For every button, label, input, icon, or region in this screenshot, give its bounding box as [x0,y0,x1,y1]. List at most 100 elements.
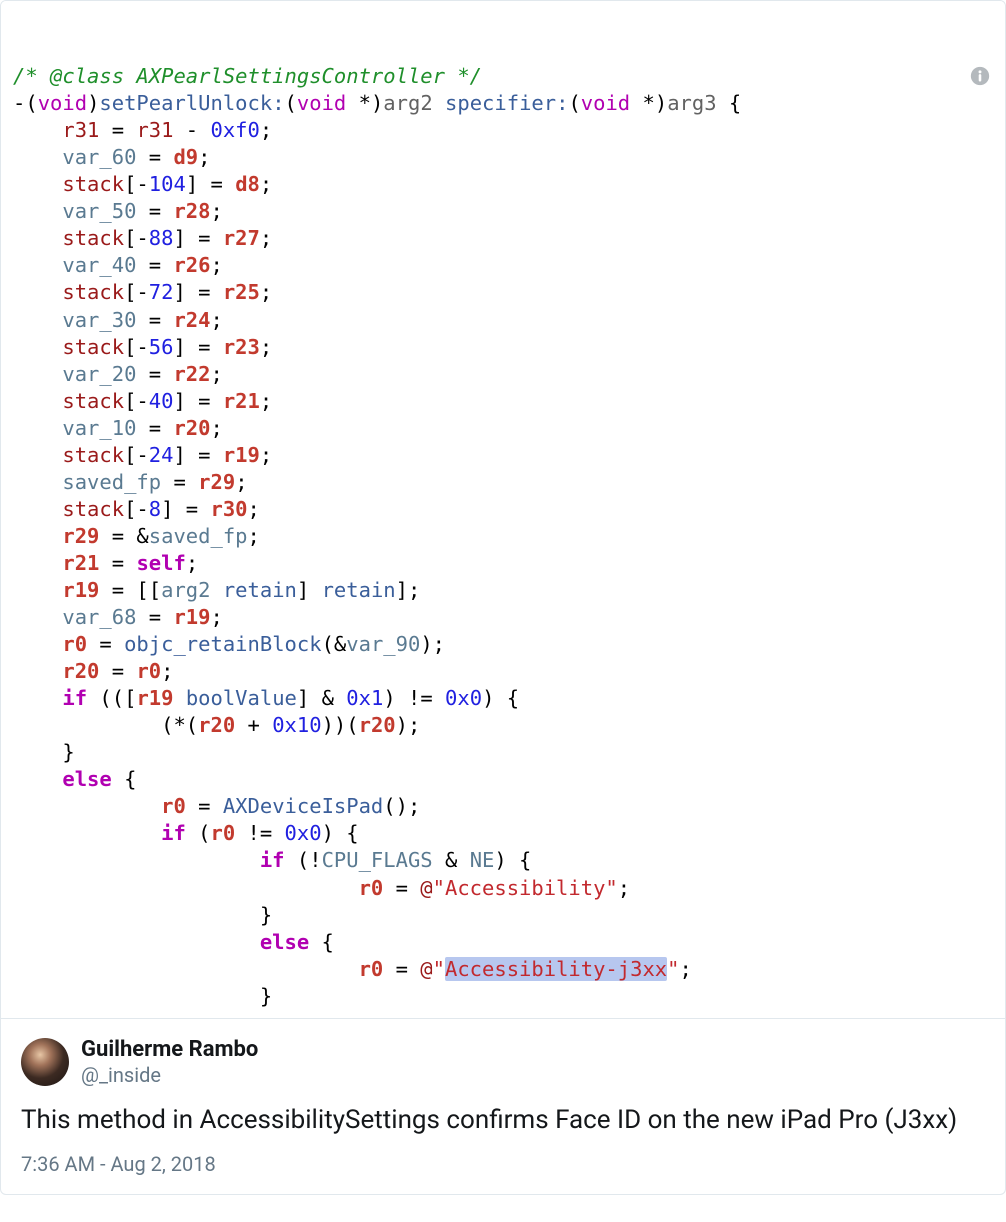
code-reg: r21 [62,551,99,575]
code-token: ) [655,91,667,115]
code-token: = [136,145,173,169]
code-kw: self [136,551,185,575]
code-token: = [87,632,124,656]
code-var: stack [62,172,124,196]
code-num: 88 [149,226,174,250]
code-token: ; [211,308,223,332]
user-handle[interactable]: @_inside [81,1063,258,1087]
code-reg: d8 [235,172,260,196]
code-reg: r26 [173,253,210,277]
code-token: { [309,930,334,954]
code-token: { [717,91,742,115]
code-token: ; [211,416,223,440]
code-token: } [260,984,272,1008]
code-reg: r30 [211,497,248,521]
code-num: 104 [149,172,186,196]
code-token: ); [420,632,445,656]
code-var: var_30 [62,308,136,332]
code-token: = [136,416,173,440]
code-token [211,578,223,602]
code-token: = [186,794,223,818]
code-token: ] = [186,172,235,196]
code-var: var_10 [62,416,136,440]
code-token: ; [260,389,272,413]
code-token: ; [248,497,260,521]
code-token: = [383,876,420,900]
code-token [433,91,445,115]
code-var: saved_fp [62,470,161,494]
code-token: [- [124,280,149,304]
code-token: & [433,848,470,872]
code-reg: r25 [223,280,260,304]
code-reg: r23 [223,335,260,359]
code-var: var_60 [62,145,136,169]
code-call: AXDeviceIsPad [223,794,383,818]
code-num: 24 [149,443,174,467]
code-reg: d9 [173,145,198,169]
code-reg: r0 [62,632,87,656]
code-reg: r24 [173,308,210,332]
code-var: CPU_FLAGS [322,848,433,872]
code-token: = [136,362,173,386]
code-var: stack [62,443,124,467]
code-token: = [99,659,136,683]
code-token: ; [260,172,272,196]
code-token: } [62,740,74,764]
code-token: ]; [396,578,421,602]
code-token: [- [124,443,149,467]
code-token: ; [260,226,272,250]
code-var: saved_fp [149,524,248,548]
code-token: ] = [173,443,222,467]
tweet-timestamp[interactable]: 7:36 AM - Aug 2, 2018 [21,1152,985,1176]
user-name[interactable]: Guilherme Rambo [81,1037,258,1063]
code-arg: arg2 [383,91,432,115]
code-reg: r0 [359,876,384,900]
code-token: ) { [494,848,531,872]
code-token: { [112,767,137,791]
code-kw: else [62,767,111,791]
code-token: ; [161,659,173,683]
code-reg: r19 [62,578,99,602]
code-type: void [38,91,87,115]
code-var: stack [62,497,124,521]
code-token: ] = [173,335,222,359]
code-call: objc_retainBlock [124,632,321,656]
code-token: ))( [322,713,359,737]
code-token: (& [322,632,347,656]
info-icon[interactable] [969,11,991,33]
code-token: * [630,91,655,115]
code-num: 40 [149,389,174,413]
code-num: 0x10 [272,713,321,737]
code-kw: else [260,930,309,954]
code-reg: r20 [173,416,210,440]
code-token: ( [186,821,211,845]
code-token: (! [285,848,322,872]
code-reg: r0 [161,794,186,818]
code-token: [- [124,497,149,521]
code-token: = [136,199,173,223]
avatar[interactable] [21,1038,69,1086]
code-reg: r19 [136,686,173,710]
code-num: 0x0 [285,821,322,845]
code-token: [- [124,226,149,250]
code-token: ( [285,91,297,115]
code-kw: if [62,686,87,710]
code-token: (); [383,794,420,818]
code-token: ) { [322,821,359,845]
code-token: ] = [173,389,222,413]
code-var: var_68 [62,605,136,629]
code-at: @ [420,957,432,981]
timestamp-link[interactable]: 7:36 AM - Aug 2, 2018 [21,1152,216,1176]
code-var: stack [62,226,124,250]
code-token: ] & [297,686,346,710]
code-at: @ [420,876,432,900]
code-token: ] [297,578,322,602]
code-token: [- [124,335,149,359]
code-preview: /* @class AXPearlSettingsController */ -… [1,1,1005,1018]
code-reg: r29 [198,470,235,494]
code-token: ) != [383,686,445,710]
tweet-header[interactable]: Guilherme Rambo @_inside [21,1037,985,1087]
tweet-card: /* @class AXPearlSettingsController */ -… [0,0,1006,1195]
code-token: ) { [482,686,519,710]
code-var: NE [470,848,495,872]
